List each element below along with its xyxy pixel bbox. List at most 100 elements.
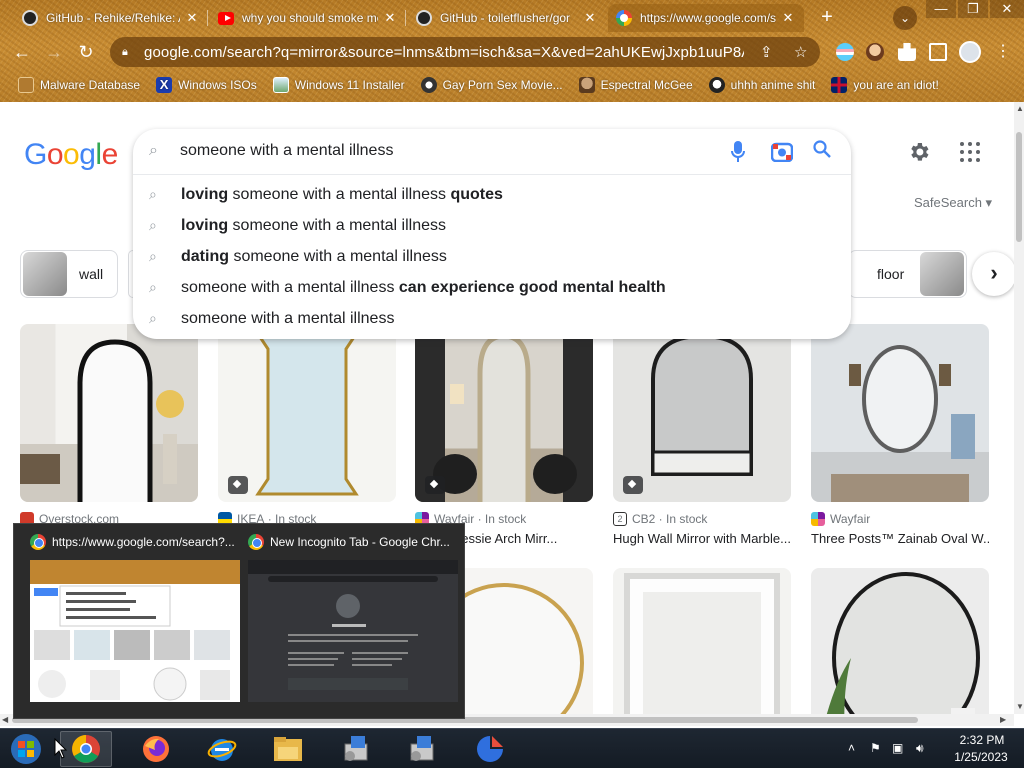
bookmark-site-4[interactable]: Gay Porn Sex Movie...	[420, 77, 563, 93]
lock-icon[interactable]: 🔒︎	[122, 46, 140, 59]
close-icon[interactable]: ✕	[382, 10, 398, 26]
suggestion-text: someone with a mental illness	[181, 309, 395, 327]
flag-icon[interactable]: ⚑	[870, 741, 881, 755]
bookmark-malware-database[interactable]: Malware Database	[18, 77, 140, 93]
chip-floor[interactable]: floor	[848, 250, 968, 298]
menu-dots-icon[interactable]: ⋮	[995, 40, 1011, 64]
tab-github-rehike[interactable]: GitHub - Rehike/Rehike: A ✕	[14, 4, 208, 32]
clock-date[interactable]: 1/25/2023	[944, 750, 1018, 764]
google-logo[interactable]: Google	[24, 138, 118, 172]
image-result[interactable]	[613, 568, 791, 714]
search-icon: ⌕	[149, 279, 157, 295]
in-stock-label: In stock	[484, 512, 527, 526]
preview-window-incognito[interactable]: New Incognito Tab - Google Chr...	[248, 532, 458, 712]
reload-icon[interactable]: ↻	[73, 39, 99, 65]
close-icon[interactable]: ✕	[184, 10, 200, 26]
chrome-icon	[30, 534, 46, 550]
result-source[interactable]: Wayfair	[811, 512, 989, 526]
result-image[interactable]	[218, 324, 396, 502]
suggestion-item[interactable]: ⌕ dating someone with a mental illness	[133, 241, 851, 272]
tab-github-toiletflusher[interactable]: GitHub - toiletflusher/gor ✕	[408, 4, 606, 32]
result-image[interactable]	[20, 324, 198, 502]
maximize-button[interactable]: ❐	[958, 0, 988, 18]
installer-icon	[410, 736, 434, 761]
bookmark-you-are-an-idiot[interactable]: you are an idiot!	[831, 77, 939, 93]
result-source[interactable]: 2 CB2 · In stock	[613, 512, 791, 526]
result-title[interactable]: Hugh Wall Mirror with Marble...	[613, 531, 791, 546]
suggestion-item[interactable]: ⌕ loving someone with a mental illness	[133, 210, 851, 241]
share-icon[interactable]: ⇪	[760, 43, 773, 61]
image-result[interactable]	[811, 568, 989, 714]
bookmark-anime[interactable]: uhhh anime shit	[708, 77, 816, 93]
image-result[interactable]: IKEA · In stock	[218, 324, 396, 526]
taskbar-file-explorer[interactable]	[262, 731, 314, 767]
suggestion-bold-prefix: dating	[181, 247, 229, 265]
suggestion-item[interactable]: ⌕ someone with a mental illness	[133, 303, 851, 334]
tab-google-active[interactable]: https://www.google.com/s ✕	[608, 4, 804, 32]
result-image[interactable]	[613, 324, 791, 502]
tab-title: https://www.google.com/s	[640, 11, 776, 25]
bookmark-label: uhhh anime shit	[730, 78, 816, 92]
close-icon[interactable]: ✕	[780, 10, 796, 26]
taskbar-internet-explorer[interactable]	[196, 731, 248, 767]
bookmark-windows-isos[interactable]: X Windows ISOs	[156, 77, 257, 93]
bookmark-windows-11-installer[interactable]: Windows 11 Installer	[272, 77, 405, 93]
vertical-scrollbar[interactable]: ▲ ▼	[1014, 102, 1024, 714]
chip-wall[interactable]: wall	[20, 250, 119, 298]
forward-arrow-icon[interactable]: →	[41, 39, 67, 65]
apps-grid-icon[interactable]	[960, 142, 980, 162]
scroll-left-arrow-icon[interactable]: ◀	[2, 715, 8, 724]
new-tab-button[interactable]: +	[815, 6, 839, 30]
search-input[interactable]	[180, 142, 700, 160]
address-bar[interactable]: 🔒︎ google.com/search?q=mirror&source=lnm…	[110, 37, 820, 67]
scroll-right-arrow-icon[interactable]: ▶	[1000, 715, 1006, 724]
chip-thumbnail	[920, 252, 965, 296]
taskbar-installer-1[interactable]	[330, 731, 382, 767]
suggestion-item[interactable]: ⌕ loving someone with a mental illness qu…	[133, 179, 851, 210]
suggestion-text: someone with a mental illness	[181, 278, 399, 296]
search-submit-icon[interactable]	[813, 140, 831, 163]
result-image[interactable]	[811, 568, 989, 714]
taskbar-firefox[interactable]	[130, 731, 182, 767]
image-result[interactable]: 2 CB2 · In stock Hugh Wall Mirror with Ma…	[613, 324, 791, 546]
bookmark-star-icon[interactable]: ☆	[794, 43, 807, 61]
preview-window-google[interactable]: https://www.google.com/search?...	[30, 532, 240, 712]
github-icon	[416, 10, 432, 26]
clock-time[interactable]: 2:32 PM	[950, 733, 1014, 747]
result-image[interactable]	[811, 324, 989, 502]
camera-lens-icon[interactable]	[770, 142, 794, 163]
microphone-icon[interactable]	[731, 141, 745, 163]
result-image[interactable]	[415, 324, 593, 502]
tab-search-chevron-icon[interactable]: ⌄	[893, 6, 917, 30]
result-title[interactable]: Three Posts™ Zainab Oval W...	[811, 531, 989, 546]
profile-avatar-icon[interactable]	[959, 41, 981, 63]
show-hidden-icons-chevron-icon[interactable]: ˄	[848, 741, 855, 755]
extension-avatar-icon[interactable]	[866, 43, 884, 61]
extensions-puzzle-icon[interactable]	[898, 43, 916, 61]
scroll-down-arrow-icon[interactable]: ▼	[1016, 702, 1024, 711]
result-image[interactable]	[613, 568, 791, 714]
minimize-button[interactable]: —	[926, 0, 956, 18]
extension-flag-icon[interactable]	[836, 43, 854, 61]
tab-youtube[interactable]: why you should smoke me ✕	[210, 4, 406, 32]
scroll-up-arrow-icon[interactable]: ▲	[1016, 104, 1024, 113]
vertical-scroll-thumb[interactable]	[1016, 132, 1022, 242]
taskbar-installer-2[interactable]	[396, 731, 448, 767]
back-arrow-icon[interactable]: ←	[9, 39, 35, 65]
url-text[interactable]: google.com/search?q=mirror&source=lnms&t…	[144, 44, 744, 61]
taskbar-app[interactable]	[464, 731, 516, 767]
image-result[interactable]: Overstock.com	[20, 324, 198, 526]
network-icon[interactable]: ▣	[892, 741, 903, 755]
suggestion-item[interactable]: ⌕ someone with a mental illness can exper…	[133, 272, 851, 303]
start-button[interactable]	[0, 731, 52, 767]
close-window-button[interactable]: ✕	[990, 0, 1024, 18]
image-result[interactable]: Wayfair Three Posts™ Zainab Oval W...	[811, 324, 989, 546]
image-result[interactable]: Wayfair · In stock ...h™ Tressie Arch Mi…	[415, 324, 593, 546]
volume-icon[interactable]: 🔊︎	[916, 741, 924, 756]
close-icon[interactable]: ✕	[582, 10, 598, 26]
gear-icon[interactable]	[907, 140, 931, 164]
safesearch-dropdown[interactable]: SafeSearch ▾	[914, 195, 992, 211]
side-panel-icon[interactable]	[929, 43, 947, 61]
bookmark-espectral-mcgee[interactable]: Espectral McGee	[578, 77, 693, 93]
chevron-right-icon[interactable]: ›	[972, 252, 1014, 296]
